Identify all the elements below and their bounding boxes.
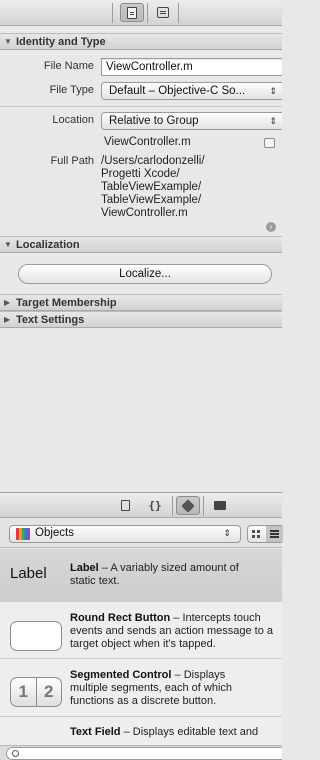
- section-title: Text Settings: [16, 314, 85, 326]
- code-snippet-tab[interactable]: {}: [143, 496, 167, 515]
- quick-help-icon: [157, 7, 169, 18]
- library-toolbar: {}: [0, 492, 282, 518]
- library-item-title: Text Field: [70, 726, 121, 738]
- location-value: Relative to Group: [109, 115, 199, 127]
- library-filter-value: Objects: [35, 527, 74, 539]
- section-title: Identity and Type: [16, 36, 106, 48]
- full-path-value: /Users/carlodonzelli/ Progetti Xcode/ Ta…: [101, 155, 205, 220]
- localize-button[interactable]: Localize...: [18, 264, 272, 284]
- objects-library-icon: [16, 528, 30, 540]
- file-name-label: File Name: [43, 60, 94, 72]
- file-inspector: ▼ Identity and Type File Name ViewContro…: [0, 26, 282, 492]
- location-file-name: ViewController.m: [104, 136, 191, 148]
- full-path-line: Progetti Xcode/: [101, 168, 180, 180]
- description-line: – A variably sized amount of: [101, 562, 239, 574]
- library-search-input[interactable]: [6, 747, 282, 760]
- popup-arrows-icon: ⇕: [223, 528, 231, 538]
- library-filter-popup[interactable]: Objects ⇕: [9, 525, 241, 543]
- file-template-icon: [120, 500, 130, 511]
- disclosure-open-icon: ▼: [4, 240, 12, 249]
- round-rect-button-thumbnail: [10, 621, 62, 651]
- object-library-list[interactable]: Label Label – A variably sized amount of…: [0, 549, 282, 745]
- label-thumbnail: Label: [10, 565, 47, 582]
- list-view-icon[interactable]: [266, 526, 283, 542]
- disclosure-open-icon: ▼: [4, 37, 12, 46]
- description-line: functions as a discrete button.: [70, 695, 217, 707]
- object-library-icon: [181, 498, 195, 513]
- quick-help-tab[interactable]: [151, 3, 175, 22]
- description-line: target object when it's tapped.: [70, 638, 216, 650]
- divider: [0, 106, 282, 107]
- toolbar-separator: [203, 496, 204, 516]
- library-item-segmented-control[interactable]: 1 2 Segmented Control – Displays multipl…: [0, 667, 282, 717]
- library-search-bar: [0, 745, 282, 760]
- view-mode-toggle[interactable]: [247, 525, 283, 543]
- disclosure-closed-icon: ▶: [4, 315, 11, 324]
- reveal-in-finder-icon[interactable]: ›: [266, 222, 276, 232]
- description-line: – Intercepts touch: [173, 612, 261, 624]
- file-inspector-tab[interactable]: [120, 3, 144, 22]
- file-type-label: File Type: [49, 84, 94, 96]
- file-template-tab[interactable]: [113, 496, 137, 515]
- toolbar-separator: [112, 3, 113, 23]
- section-header-text-settings[interactable]: ▶ Text Settings: [0, 311, 282, 328]
- grid-view-icon[interactable]: [252, 530, 261, 538]
- toolbar-separator: [172, 496, 173, 516]
- media-library-tab[interactable]: [208, 496, 232, 515]
- segment-label: 2: [35, 678, 62, 706]
- description-line: multiple segments, each of which: [70, 682, 233, 694]
- file-name-field[interactable]: ViewController.m: [101, 58, 282, 76]
- disclosure-closed-icon: ▶: [4, 298, 11, 307]
- library-item-description: Round Rect Button – Intercepts touch eve…: [70, 612, 282, 651]
- file-inspector-icon: [127, 6, 137, 19]
- file-type-value: Default – Objective-C So...: [109, 85, 246, 97]
- library-item-title: Label: [70, 562, 99, 574]
- section-header-identity[interactable]: ▼ Identity and Type: [0, 33, 282, 50]
- media-library-icon: [214, 501, 226, 510]
- file-type-popup[interactable]: Default – Objective-C So... ⇕: [101, 82, 282, 100]
- section-title: Target Membership: [16, 297, 117, 309]
- search-icon: [12, 750, 19, 757]
- location-popup[interactable]: Relative to Group ⇕: [101, 112, 282, 130]
- location-label: Location: [52, 114, 94, 126]
- code-snippet-icon: {}: [148, 499, 162, 512]
- library-item-label[interactable]: Label Label – A variably sized amount of…: [0, 549, 282, 602]
- segmented-control-thumbnail: 1 2: [10, 677, 62, 707]
- library-item-description: Text Field – Displays editable text and: [70, 726, 282, 739]
- library-item-description: Label – A variably sized amount of stati…: [70, 562, 282, 588]
- description-line: static text.: [70, 575, 120, 587]
- section-header-target-membership[interactable]: ▶ Target Membership: [0, 294, 282, 311]
- toolbar-separator: [147, 3, 148, 23]
- full-path-line: TableViewExample/: [101, 181, 202, 193]
- segment-label: 1: [18, 682, 28, 701]
- description-line: – Displays: [174, 669, 226, 681]
- library-filter-bar: Objects ⇕: [0, 518, 283, 548]
- choose-file-icon[interactable]: [264, 138, 275, 148]
- full-path-line: ViewController.m: [101, 207, 188, 219]
- toolbar-separator: [178, 3, 179, 23]
- inspector-toolbar: [0, 0, 282, 26]
- library-item-round-rect-button[interactable]: Round Rect Button – Intercepts touch eve…: [0, 610, 282, 659]
- full-path-line: /Users/carlodonzelli/: [101, 155, 205, 167]
- library-item-title: Segmented Control: [70, 669, 172, 681]
- description-line: events and sends an action message to a: [70, 625, 274, 637]
- library-item-description: Segmented Control – Displays multiple se…: [70, 669, 282, 708]
- popup-arrows-icon: ⇕: [269, 86, 277, 96]
- library-item-text-field[interactable]: Text Field – Displays editable text and: [0, 724, 282, 745]
- library-item-title: Round Rect Button: [70, 612, 171, 624]
- full-path-label: Full Path: [50, 155, 94, 167]
- full-path-line: TableViewExample/: [101, 194, 202, 206]
- description-line: – Displays editable text and: [123, 726, 259, 738]
- object-library-tab[interactable]: [176, 496, 200, 515]
- section-title: Localization: [16, 239, 80, 251]
- section-header-localization[interactable]: ▼ Localization: [0, 236, 282, 253]
- popup-arrows-icon: ⇕: [269, 116, 277, 126]
